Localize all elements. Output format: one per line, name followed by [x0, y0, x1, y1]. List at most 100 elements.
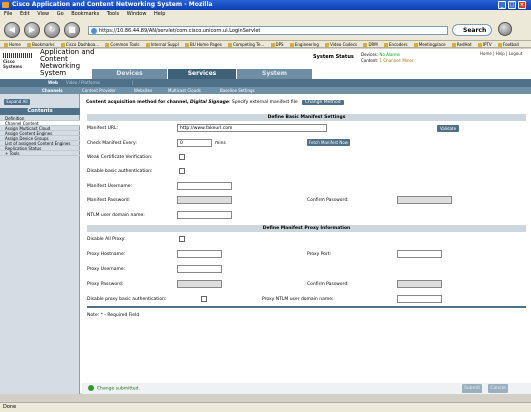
bookmark-item[interactable]: Internal Suppl	[146, 42, 179, 47]
bookmark-item[interactable]: Home	[4, 42, 21, 47]
bookmark-item[interactable]: RedHat	[452, 42, 472, 47]
close-button[interactable]: ×	[518, 1, 526, 9]
subnav-websites[interactable]: Websites	[134, 87, 152, 94]
content-status-link[interactable]: 1 Channel: Minor	[380, 58, 414, 63]
proxy-password-input[interactable]	[177, 280, 222, 288]
bookmarks-bar: Home Bookmarks Cisco Dashboa... Common T…	[0, 41, 531, 48]
devices-status-link[interactable]: No Alarms	[379, 52, 400, 57]
subnav-baseline-settings[interactable]: Baseline Settings	[220, 87, 255, 94]
top-links[interactable]: Home | Help | Logout	[480, 51, 522, 56]
bookmark-item[interactable]: Engineering	[290, 42, 319, 47]
tab-system[interactable]: System	[237, 69, 312, 79]
confirm-password-label: Confirm Password:	[307, 198, 349, 203]
subnav-channels[interactable]: Channels	[42, 87, 63, 94]
title-bar: Cisco Application and Content Networking…	[0, 0, 531, 10]
devices-label: Devices:	[361, 52, 379, 57]
disable-basic-auth-checkbox[interactable]	[179, 168, 185, 174]
maximize-button[interactable]: □	[508, 1, 516, 9]
app-title: Application and Content Networking Syste…	[40, 48, 95, 77]
proxy-basic-auth-label: Disable proxy basic authentication:	[87, 297, 167, 302]
bookmark-item[interactable]: Football	[498, 42, 519, 47]
check-every-input[interactable]: 0	[177, 139, 212, 147]
subnav-multicast-clouds[interactable]: Multicast Clouds	[168, 87, 201, 94]
bookmark-item[interactable]: BU Home Pages	[185, 42, 222, 47]
url-text: https://10.86.44.89/AN/servlet/com.cisco…	[99, 28, 261, 34]
subnav-video[interactable]: Video / Platforms	[66, 79, 100, 87]
proxy-hostname-label: Proxy Hostname:	[87, 252, 126, 257]
menu-help[interactable]: Help	[154, 11, 165, 17]
menu-file[interactable]: File	[4, 11, 12, 17]
submit-button[interactable]: Submit	[462, 384, 482, 393]
proxy-ntlm-input[interactable]	[397, 295, 442, 303]
proxy-port-input[interactable]	[397, 250, 442, 258]
search-button[interactable]: Search	[452, 24, 492, 36]
proxy-port-label: Proxy Port:	[307, 252, 332, 257]
bookmark-item[interactable]: Cisco Dashboa...	[61, 42, 99, 47]
menu-go[interactable]: Go	[57, 11, 64, 17]
cisco-logo: Cisco Systems	[3, 53, 33, 69]
tab-services[interactable]: Services	[168, 69, 236, 79]
subnav-content-provider[interactable]: Content Provider	[82, 87, 116, 94]
manifest-username-input[interactable]	[177, 182, 232, 190]
sidebar-item-tools[interactable]: + Tools	[0, 151, 80, 156]
manifest-username-label: Manifest Username:	[87, 184, 133, 189]
back-button[interactable]: ◀	[4, 22, 20, 38]
forward-button[interactable]: ▶	[24, 22, 40, 38]
url-field[interactable]: https://10.86.44.89/AN/servlet/com.cisco…	[88, 26, 448, 35]
tab-devices[interactable]: Devices	[92, 69, 167, 79]
proxy-confirm-password-input[interactable]	[397, 280, 442, 288]
window-title: Cisco Application and Content Networking…	[12, 1, 213, 8]
sub-nav: Web Video / Platforms |	[0, 79, 531, 87]
system-status-label: System Status	[313, 54, 354, 60]
proxy-username-input[interactable]	[177, 265, 222, 273]
weak-cert-label: Weak Certificate Verification:	[87, 155, 153, 160]
bookmark-item[interactable]: Common Tools	[105, 42, 139, 47]
menu-edit[interactable]: Edit	[20, 11, 30, 17]
proxy-basic-auth-checkbox[interactable]	[201, 296, 207, 302]
validate-button[interactable]: Validate	[437, 125, 459, 132]
bookmark-item[interactable]: DPS	[271, 42, 284, 47]
fetch-manifest-button[interactable]: Fetch Manifest Now	[307, 139, 350, 146]
acquisition-method-line: Content acquisition method for channel, …	[86, 100, 344, 105]
manifest-url-input[interactable]: http://www.fakeurl.com	[177, 124, 327, 132]
weak-cert-checkbox[interactable]	[179, 154, 185, 160]
sidebar: Expand All Contents Definition Channel C…	[0, 94, 80, 394]
logo-text: Cisco Systems	[3, 59, 23, 69]
cancel-button[interactable]: Cancel	[488, 384, 508, 393]
disable-proxy-checkbox[interactable]	[179, 236, 185, 242]
acq-prefix: Content acquisition method for channel,	[86, 100, 189, 105]
status-bar: Done	[0, 402, 531, 412]
menu-view[interactable]: View	[37, 11, 49, 17]
proxy-hostname-input[interactable]	[177, 250, 222, 258]
subnav-separator: |	[132, 80, 134, 85]
ntlm-domain-input[interactable]	[177, 211, 232, 219]
print-icon[interactable]	[498, 22, 512, 36]
change-method-button[interactable]: Change Method	[302, 100, 344, 105]
subnav-web[interactable]: Web	[48, 79, 58, 87]
form-divider	[87, 306, 526, 308]
check-icon	[88, 385, 94, 391]
bookmark-item[interactable]: Meetingplace	[414, 42, 446, 47]
status-text: Done	[3, 404, 17, 410]
check-every-label: Check Manifest Every:	[87, 141, 137, 146]
bookmark-item[interactable]: DRM	[363, 42, 377, 47]
manifest-password-input[interactable]	[177, 196, 232, 204]
menu-bookmarks[interactable]: Bookmarks	[71, 11, 99, 17]
channel-name: Digital Signage	[190, 100, 229, 105]
contents-header: Contents	[0, 108, 80, 115]
menu-window[interactable]: Window	[127, 11, 147, 17]
bookmark-item[interactable]: Competing Te...	[228, 42, 264, 47]
bookmark-item[interactable]: IPTV	[478, 42, 492, 47]
bookmark-item[interactable]: Bookmarks	[27, 42, 54, 47]
nav-toolbar: ◀ ▶ ↻ ■ https://10.86.44.89/AN/servlet/c…	[0, 19, 531, 41]
bookmark-item[interactable]: Video Codecs	[325, 42, 357, 47]
main-form: Content acquisition method for channel, …	[82, 94, 531, 394]
reload-button[interactable]: ↻	[44, 22, 60, 38]
confirm-password-input[interactable]	[397, 196, 452, 204]
menu-tools[interactable]: Tools	[107, 11, 119, 17]
expand-all-button[interactable]: Expand All	[4, 99, 30, 105]
stop-button[interactable]: ■	[64, 22, 80, 38]
bookmark-item[interactable]: Encoders	[384, 42, 407, 47]
proxy-info-header: Define Manifest Proxy Information	[87, 225, 526, 232]
minimize-button[interactable]: _	[498, 1, 506, 9]
